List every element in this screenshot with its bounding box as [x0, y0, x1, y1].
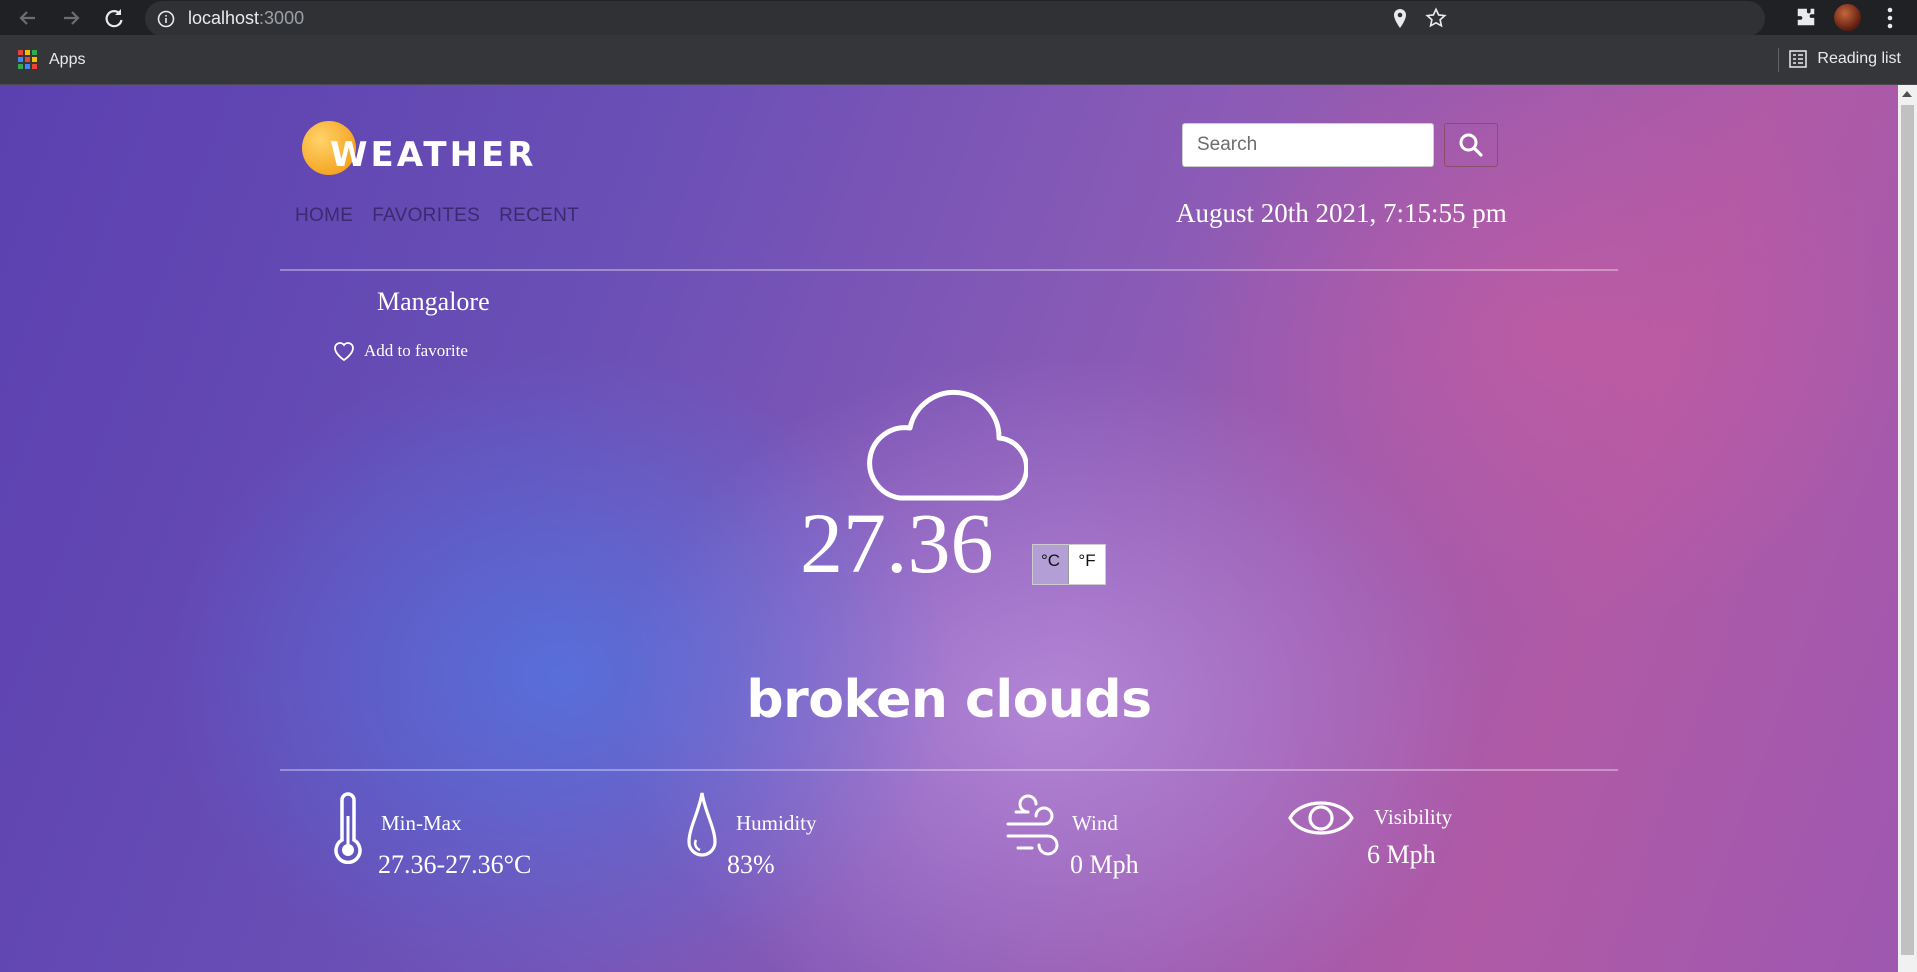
droplet-icon — [687, 792, 717, 857]
current-datetime: August 20th 2021, 7:15:55 pm — [1176, 198, 1507, 228]
add-to-favorite-button[interactable]: Add to favorite — [332, 340, 468, 362]
forward-arrow-icon[interactable] — [57, 4, 85, 32]
fahrenheit-button[interactable]: °F — [1069, 545, 1105, 584]
browser-toolbar: localhost:3000 — [0, 0, 1917, 36]
nav-favorites[interactable]: FAVORITES — [372, 205, 480, 227]
stat-minmax-label: Min-Max — [381, 811, 462, 835]
info-icon[interactable] — [157, 10, 175, 28]
nav-recent[interactable]: RECENT — [499, 205, 579, 227]
back-arrow-icon[interactable] — [14, 4, 42, 32]
location-pin-icon[interactable] — [1392, 8, 1408, 30]
scroll-up-arrow-icon[interactable] — [1902, 91, 1912, 97]
main-nav: HOME FAVORITES RECENT — [295, 205, 579, 227]
celsius-button[interactable]: °C — [1033, 545, 1069, 584]
city-name: Mangalore — [377, 287, 490, 316]
stat-wind-value: 0 Mph — [1070, 850, 1139, 879]
reload-icon[interactable] — [100, 4, 128, 32]
stat-visibility-value: 6 Mph — [1367, 840, 1436, 869]
extensions-puzzle-icon[interactable] — [1795, 6, 1817, 28]
heart-icon — [334, 342, 354, 362]
add-to-favorite-label: Add to favorite — [364, 341, 468, 360]
apps-shortcut[interactable]: Apps — [18, 50, 85, 69]
search-button[interactable] — [1444, 123, 1498, 167]
apps-grid-icon — [18, 50, 37, 69]
eye-icon — [1288, 801, 1354, 835]
stat-visibility-label: Visibility — [1374, 805, 1453, 829]
url-text[interactable]: localhost:3000 — [188, 8, 304, 29]
address-bar[interactable]: localhost:3000 — [145, 1, 1765, 36]
cloud-icon — [867, 389, 1028, 501]
weather-app: WEATHER HOME FAVORITES RECENT August 20t… — [0, 85, 1898, 972]
stat-humidity-label: Humidity — [736, 811, 817, 835]
reading-list-label: Reading list — [1817, 50, 1901, 67]
weather-description: broken clouds — [746, 670, 1152, 730]
url-port: :3000 — [259, 8, 305, 28]
stats-divider — [280, 769, 1618, 771]
profile-avatar[interactable] — [1834, 4, 1861, 31]
logo-text: WEATHER — [330, 135, 537, 175]
stat-humidity-value: 83% — [727, 850, 775, 879]
stat-minmax-value: 27.36-27.36°C — [378, 850, 532, 879]
reading-list-button[interactable]: Reading list — [1789, 50, 1901, 68]
search-input[interactable] — [1182, 123, 1434, 167]
bookmark-star-icon[interactable] — [1425, 7, 1447, 29]
menu-dots-icon[interactable] — [1886, 6, 1894, 30]
apps-label: Apps — [49, 50, 86, 68]
page-scrollbar[interactable] — [1898, 85, 1917, 972]
search-icon — [1459, 133, 1483, 157]
thermometer-icon — [334, 792, 362, 864]
unit-toggle: °C °F — [1032, 544, 1106, 585]
temperature-value: 27.36 — [800, 495, 994, 591]
wind-icon — [1006, 794, 1059, 856]
bookmarks-bar: Apps Reading list — [0, 35, 1917, 85]
nav-home[interactable]: HOME — [295, 205, 353, 227]
url-host: localhost — [188, 8, 260, 28]
reading-list-icon — [1789, 50, 1808, 68]
header-divider — [280, 269, 1618, 271]
stat-wind-label: Wind — [1072, 811, 1118, 835]
scroll-thumb[interactable] — [1901, 105, 1914, 955]
bookmarks-separator — [1778, 48, 1779, 72]
